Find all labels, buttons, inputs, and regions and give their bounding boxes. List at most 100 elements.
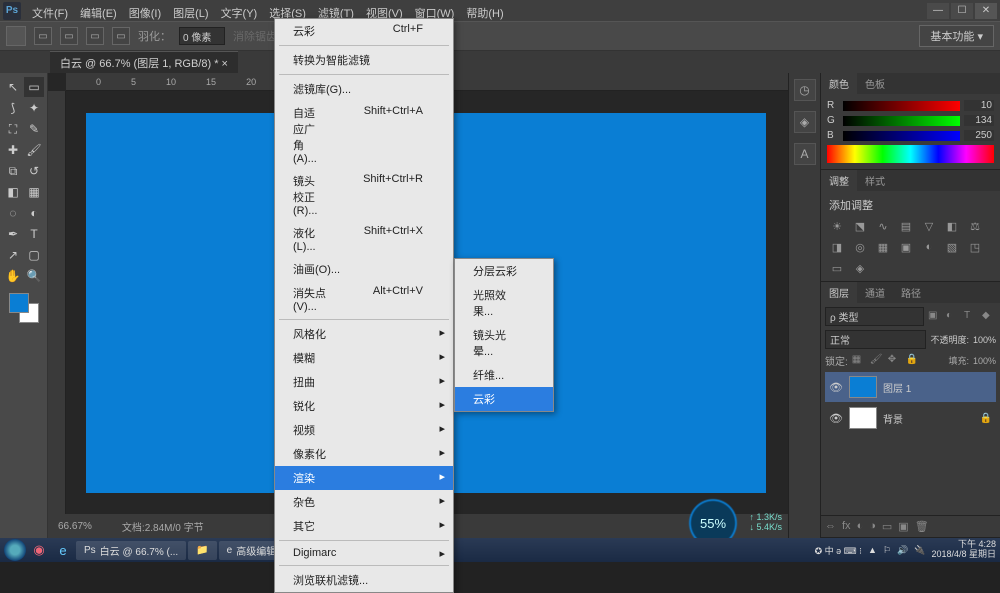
maximize-button[interactable]: ☐ — [951, 3, 973, 19]
menu-item[interactable]: 滤镜库(G)... — [275, 77, 453, 101]
document-tab[interactable]: 白云 @ 66.7% (图层 1, RGB/8) * × — [50, 51, 238, 74]
submenu-item[interactable]: 分层云彩 — [455, 259, 553, 283]
properties-icon[interactable]: ◈ — [794, 111, 816, 133]
move-tool[interactable]: ↖ — [3, 77, 23, 97]
submenu-item[interactable]: 镜头光晕... — [455, 323, 553, 363]
g-slider[interactable] — [843, 116, 960, 126]
menu-item[interactable]: 液化(L)...Shift+Ctrl+X — [275, 221, 453, 257]
stamp-tool[interactable]: ⧉ — [3, 161, 23, 181]
submenu-item[interactable]: 纤维... — [455, 363, 553, 387]
menu-item[interactable]: 其它 — [275, 514, 453, 538]
brush-tool[interactable]: 🖌 — [24, 140, 44, 160]
menu-item[interactable]: 自适应广角(A)...Shift+Ctrl+A — [275, 101, 453, 169]
mixer-icon[interactable]: ▦ — [875, 240, 891, 254]
character-icon[interactable]: A — [794, 143, 816, 165]
tab-adjustments[interactable]: 调整 — [821, 170, 857, 191]
lock-all-icon[interactable]: 🔒 — [906, 354, 920, 368]
tab-channels[interactable]: 通道 — [857, 282, 893, 303]
filter-icon[interactable]: ◐ — [946, 310, 960, 324]
menu-item[interactable]: 转换为智能滤镜 — [275, 48, 453, 72]
menu-item[interactable]: 扭曲 — [275, 370, 453, 394]
selection-add-icon[interactable]: ▭ — [60, 27, 78, 45]
menu-item[interactable]: 镜头校正(R)...Shift+Ctrl+R — [275, 169, 453, 221]
tab-paths[interactable]: 路径 — [893, 282, 929, 303]
spectrum-bar[interactable] — [827, 145, 994, 163]
lasso-tool[interactable]: ⟆ — [3, 98, 23, 118]
blur-tool[interactable]: ◌ — [3, 203, 23, 223]
fx-icon[interactable]: fx — [842, 520, 851, 533]
layer-thumbnail[interactable] — [849, 376, 877, 398]
brightness-icon[interactable]: ☀ — [829, 219, 845, 233]
menu-item[interactable]: 渲染 — [275, 466, 453, 490]
layer-filter[interactable]: ρ 类型 — [825, 307, 924, 326]
selection-new-icon[interactable]: ▭ — [34, 27, 52, 45]
r-value[interactable]: 10 — [964, 100, 994, 111]
balance-icon[interactable]: ⚖ — [967, 219, 983, 233]
curves-icon[interactable]: ∿ — [875, 219, 891, 233]
history-brush-tool[interactable]: ↺ — [24, 161, 44, 181]
opacity-value[interactable]: 100% — [973, 335, 996, 345]
submenu-item[interactable]: 云彩 — [455, 387, 553, 411]
filter-icon[interactable]: ◆ — [982, 310, 996, 324]
gradmap-icon[interactable]: ▭ — [829, 261, 845, 275]
feather-input[interactable] — [179, 27, 225, 45]
menu-item[interactable]: 文件(F) — [26, 3, 74, 23]
menu-item[interactable]: 浏览联机滤镜... — [275, 568, 453, 592]
photo-filter-icon[interactable]: ◎ — [852, 240, 868, 254]
dodge-tool[interactable]: ◐ — [24, 203, 44, 223]
wand-tool[interactable]: ✦ — [24, 98, 44, 118]
lookup-icon[interactable]: ▣ — [898, 240, 914, 254]
b-value[interactable]: 250 — [964, 130, 994, 141]
exposure-icon[interactable]: ▤ — [898, 219, 914, 233]
selective-icon[interactable]: ◈ — [852, 261, 868, 275]
clock[interactable]: 下午 4:28 2018/4/8 星期日 — [931, 540, 996, 560]
color-swatches[interactable] — [9, 293, 39, 323]
threshold-icon[interactable]: ◳ — [967, 240, 983, 254]
menu-item[interactable]: 模糊 — [275, 346, 453, 370]
blend-mode[interactable]: 正常 — [825, 330, 926, 349]
menu-item[interactable]: Digimarc — [275, 543, 453, 563]
b-slider[interactable] — [843, 131, 960, 141]
vibrance-icon[interactable]: ▽ — [921, 219, 937, 233]
workspace-switcher[interactable]: 基本功能 ▾ — [919, 25, 994, 47]
selection-subtract-icon[interactable]: ▭ — [86, 27, 104, 45]
history-icon[interactable]: ◷ — [794, 79, 816, 101]
lock-pixels-icon[interactable]: 🖌 — [870, 354, 884, 368]
gradient-tool[interactable]: ▦ — [24, 182, 44, 202]
visibility-icon[interactable]: 👁 — [829, 381, 843, 394]
levels-icon[interactable]: ⬔ — [852, 219, 868, 233]
eyedropper-tool[interactable]: ✎ — [24, 119, 44, 139]
tab-layers[interactable]: 图层 — [821, 282, 857, 303]
bw-icon[interactable]: ◨ — [829, 240, 845, 254]
close-button[interactable]: ✕ — [975, 3, 997, 19]
group-icon[interactable]: ▭ — [882, 520, 892, 533]
ie-icon[interactable]: e — [52, 540, 74, 560]
tab-styles[interactable]: 样式 — [857, 170, 893, 191]
zoom-tool[interactable]: 🔍 — [24, 266, 44, 286]
menu-item[interactable]: 风格化 — [275, 322, 453, 346]
menu-item[interactable]: 编辑(E) — [74, 3, 123, 23]
filter-icon[interactable]: T — [964, 310, 978, 324]
taskbar-task[interactable]: 📁 — [188, 541, 216, 560]
tab-swatches[interactable]: 色板 — [857, 73, 893, 94]
menu-item[interactable]: 视频 — [275, 418, 453, 442]
minimize-button[interactable]: — — [927, 3, 949, 19]
selection-intersect-icon[interactable]: ▭ — [112, 27, 130, 45]
invert-icon[interactable]: ◐ — [921, 240, 937, 254]
hand-tool[interactable]: ✋ — [3, 266, 23, 286]
shape-tool[interactable]: ▢ — [24, 245, 44, 265]
fill-layer-icon[interactable]: ◑ — [869, 520, 876, 533]
layer-thumbnail[interactable] — [849, 407, 877, 429]
menu-item[interactable]: 油画(O)... — [275, 257, 453, 281]
visibility-icon[interactable]: 👁 — [829, 412, 843, 425]
menu-item[interactable]: 图层(L) — [167, 3, 214, 23]
tab-color[interactable]: 颜色 — [821, 73, 857, 94]
new-layer-icon[interactable]: ▣ — [898, 520, 908, 533]
menu-item[interactable]: 图像(I) — [123, 3, 167, 23]
fill-value[interactable]: 100% — [973, 356, 996, 366]
ime-indicator[interactable]: ✪ 中 ə ⌨ ⁝ — [815, 544, 862, 557]
menu-item[interactable]: 帮助(H) — [460, 3, 509, 23]
submenu-item[interactable]: 光照效果... — [455, 283, 553, 323]
menu-item[interactable]: 杂色 — [275, 490, 453, 514]
lock-trans-icon[interactable]: ▦ — [852, 354, 866, 368]
